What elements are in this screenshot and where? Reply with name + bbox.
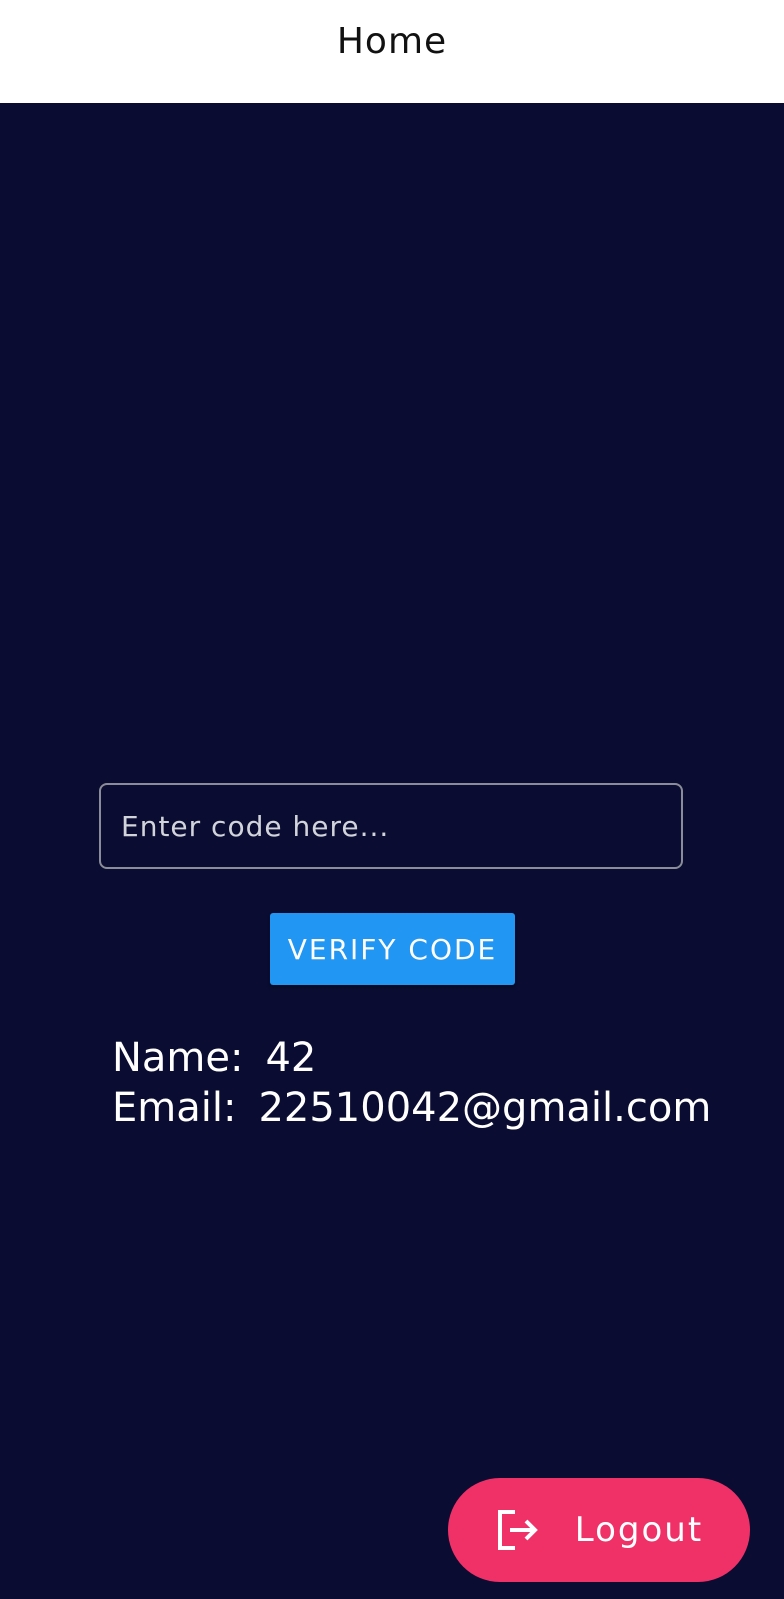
email-label: Email: [112,1085,237,1131]
email-row: Email: 22510042@gmail.com [112,1083,711,1133]
logout-label: Logout [574,1510,704,1550]
logout-icon [495,1509,541,1551]
profile-info: Name: 42 Email: 22510042@gmail.com [112,1033,711,1133]
name-row: Name: 42 [112,1033,711,1083]
app-screen: Home VERIFY CODE Name: 42 Email: 2251004… [0,0,784,1599]
logout-button[interactable]: Logout [448,1478,750,1582]
code-input[interactable] [99,783,683,869]
name-value: 42 [265,1035,317,1081]
name-label: Name: [112,1035,244,1081]
verify-code-button[interactable]: VERIFY CODE [270,913,515,985]
email-value: 22510042@gmail.com [258,1085,712,1131]
app-header: Home [0,0,784,103]
page-title: Home [336,21,448,62]
